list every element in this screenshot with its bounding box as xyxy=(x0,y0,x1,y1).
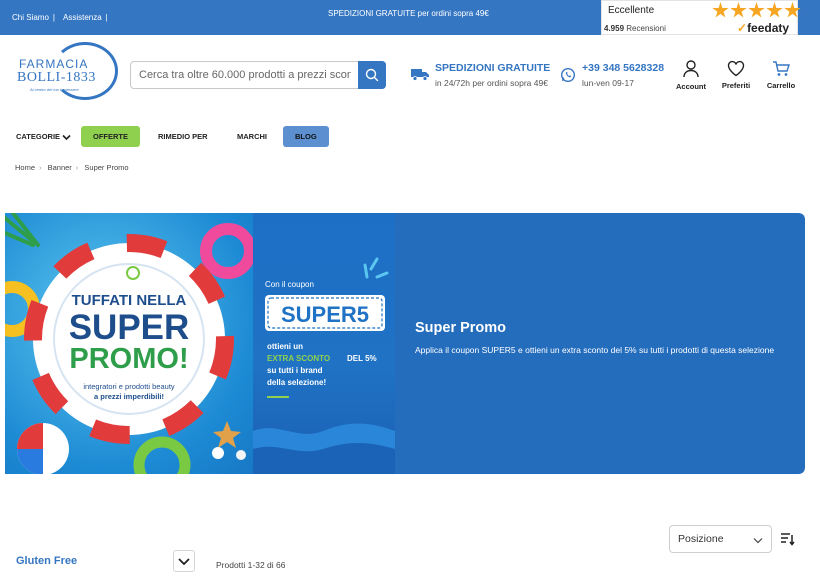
favorites-button[interactable]: Preferiti xyxy=(719,60,753,90)
cart-label: Carrello xyxy=(766,81,796,90)
banner-pool-image: TUFFATI NELLA SUPER PROMO! integratori e… xyxy=(5,213,256,474)
top-links: Chi Siamo | Assistenza | xyxy=(12,13,112,22)
coupon-line-2b: DEL 5% xyxy=(347,354,377,363)
star-icon xyxy=(784,2,801,18)
sort-value: Posizione xyxy=(678,533,724,545)
shipping-title: SPEDIZIONI GRATUITE xyxy=(435,62,551,74)
nav-rimedio-per[interactable]: RIMEDIO PER xyxy=(158,126,208,147)
coupon-code: SUPER5 xyxy=(281,302,369,327)
star-icon xyxy=(766,2,783,18)
search-input[interactable] xyxy=(131,62,359,88)
account-button[interactable]: Account xyxy=(674,60,708,91)
banner-headline-2: SUPER xyxy=(69,308,190,347)
feedaty-logo: ✓feedaty xyxy=(737,21,790,35)
nav-marchi[interactable]: MARCHI xyxy=(237,126,267,147)
search-box xyxy=(130,61,386,89)
logo-line1: FARMACIA xyxy=(19,57,89,71)
link-chi-siamo[interactable]: Chi Siamo xyxy=(12,13,49,22)
top-bar: Chi Siamo | Assistenza | SPEDIZIONI GRAT… xyxy=(0,0,820,35)
cart-icon xyxy=(773,61,790,76)
separator: | xyxy=(105,13,108,22)
coupon-illustration: Con il coupon SUPER5 ottieni un EXTRA SC… xyxy=(253,257,395,474)
banner-headline-3: PROMO! xyxy=(69,343,188,375)
whatsapp-icon xyxy=(560,67,576,83)
promo-title: Super Promo xyxy=(415,320,507,336)
filter-toggle-button[interactable] xyxy=(173,550,195,572)
star-icon xyxy=(712,2,729,18)
sort-direction-icon[interactable] xyxy=(780,532,796,546)
logo-tagline: Al centro del tuo benessere xyxy=(30,87,79,92)
promo-description: Applica il coupon SUPER5 e ottieni un ex… xyxy=(415,345,775,355)
rating-stars xyxy=(712,2,801,19)
phone-number: +39 348 5628328 xyxy=(582,62,665,74)
coupon-line-1: ottieni un xyxy=(267,342,303,351)
separator: | xyxy=(52,13,55,22)
feedaty-widget[interactable]: Eccellente 4.959 Recensioni ✓feedaty xyxy=(601,0,801,35)
chevron-down-icon xyxy=(753,538,763,544)
banner-coupon-panel: Con il coupon SUPER5 ottieni un EXTRA SC… xyxy=(253,213,395,474)
chevron-down-icon xyxy=(62,134,71,140)
heart-icon xyxy=(727,60,745,77)
product-count: Prodotti 1-32 di 66 xyxy=(216,560,286,570)
coupon-line-2a: EXTRA SCONTO xyxy=(267,354,330,363)
banner-headline-1: TUFFATI NELLA xyxy=(72,292,187,309)
chevron-down-icon xyxy=(178,558,190,566)
breadcrumb: Home › Banner › Super Promo xyxy=(15,163,133,172)
star-icon xyxy=(748,2,765,18)
coupon-intro: Con il coupon xyxy=(265,280,314,289)
rating-label: Eccellente xyxy=(608,5,655,16)
cart-button[interactable]: Carrello xyxy=(763,60,799,90)
check-icon: ✓ xyxy=(737,21,748,35)
sort-select[interactable]: Posizione xyxy=(669,525,772,553)
truck-icon xyxy=(411,69,429,81)
main-nav: CATEGORIE OFFERTE RIMEDIO PER MARCHI BLO… xyxy=(0,126,820,147)
site-logo[interactable]: FARMACIA BOLLI-1833 Al centro del tuo be… xyxy=(17,41,118,101)
breadcrumb-current: Super Promo xyxy=(84,163,129,172)
nav-categories[interactable]: CATEGORIE xyxy=(16,126,71,147)
reviews-count: 4.959 Recensioni xyxy=(604,24,666,33)
nav-categories-label: CATEGORIE xyxy=(16,132,61,141)
top-promo-text: SPEDIZIONI GRATUITE per ordini sopra 49€ xyxy=(328,9,489,18)
account-label: Account xyxy=(676,82,706,91)
filter-gluten-free[interactable]: Gluten Free xyxy=(16,555,77,567)
banner-info-panel: Super Promo Applica il coupon SUPER5 e o… xyxy=(395,213,805,474)
phone-hours: lun-ven 09-17 xyxy=(582,78,634,88)
search-button[interactable] xyxy=(358,61,386,89)
coupon-line-4: della selezione! xyxy=(267,378,326,387)
star-icon xyxy=(730,2,747,18)
favorites-label: Preferiti xyxy=(721,81,751,90)
link-assistenza[interactable]: Assistenza xyxy=(63,13,102,22)
nav-offerte[interactable]: OFFERTE xyxy=(81,126,140,147)
pool-illustration: TUFFATI NELLA SUPER PROMO! integratori e… xyxy=(5,213,256,474)
promo-banner: TUFFATI NELLA SUPER PROMO! integratori e… xyxy=(5,213,805,474)
user-icon xyxy=(683,60,699,78)
search-icon xyxy=(365,68,379,82)
shipping-subtitle: in 24/72h per ordini sopra 49€ xyxy=(435,78,548,88)
coupon-line-3: su tutti i brand xyxy=(267,366,323,375)
breadcrumb-separator-icon: › xyxy=(39,163,42,172)
nav-blog[interactable]: BLOG xyxy=(283,126,329,147)
banner-sub-1: integratori e prodotti beauty xyxy=(83,382,175,391)
breadcrumb-banner[interactable]: Banner xyxy=(48,163,72,172)
logo-line2: BOLLI-1833 xyxy=(17,70,96,85)
breadcrumb-home[interactable]: Home xyxy=(15,163,35,172)
breadcrumb-separator-icon: › xyxy=(75,163,79,172)
banner-sub-2: a prezzi imperdibili! xyxy=(94,392,164,401)
